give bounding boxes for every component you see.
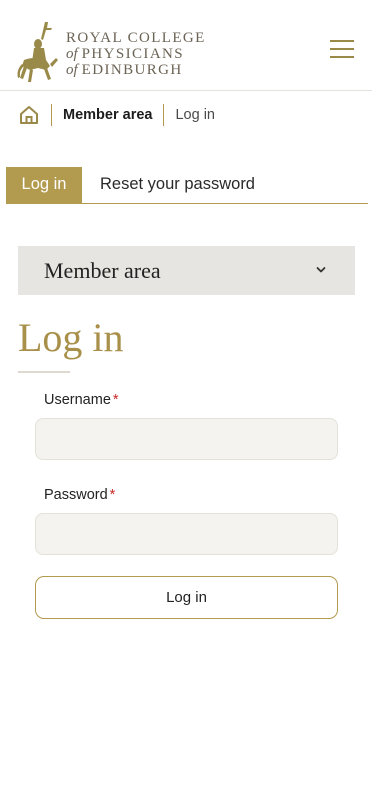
breadcrumb: Member area Log in [18,102,215,128]
rcpe-logo-emblem-icon[interactable] [14,20,64,84]
member-area-dropdown[interactable]: Member area [18,246,355,295]
breadcrumb-member-area-link[interactable]: Member area [63,107,152,123]
tab-reset-password[interactable]: Reset your password [100,167,255,203]
tab-log-in[interactable]: Log in [6,167,82,203]
required-marker: * [112,392,119,408]
breadcrumb-separator [51,104,52,126]
breadcrumb-separator [163,104,165,126]
password-input[interactable] [35,513,338,555]
hamburger-menu-icon[interactable] [330,40,356,62]
member-area-dropdown-label: Member area [44,258,161,283]
title-divider [18,371,70,373]
password-label: Password * [44,487,116,503]
auth-tabs: Log in Reset your password [6,167,368,204]
chevron-down-icon [316,267,326,273]
logo-line-3: of EDINBURGH [66,62,183,78]
site-header: ROYAL COLLEGE of PHYSICIANS of EDINBURGH [0,0,372,91]
username-input[interactable] [35,418,338,460]
logo-line-1: ROYAL COLLEGE [66,30,206,46]
breadcrumb-current: Log in [175,107,215,123]
home-icon[interactable] [18,104,40,126]
logo-line-2: of PHYSICIANS [66,46,185,62]
log-in-button[interactable]: Log in [35,576,338,619]
required-marker: * [109,487,116,503]
username-label: Username * [44,392,119,408]
page-title: Log in [18,315,124,360]
logo-wordmark[interactable]: ROYAL COLLEGE of PHYSICIANS of EDINBURGH [66,30,206,78]
